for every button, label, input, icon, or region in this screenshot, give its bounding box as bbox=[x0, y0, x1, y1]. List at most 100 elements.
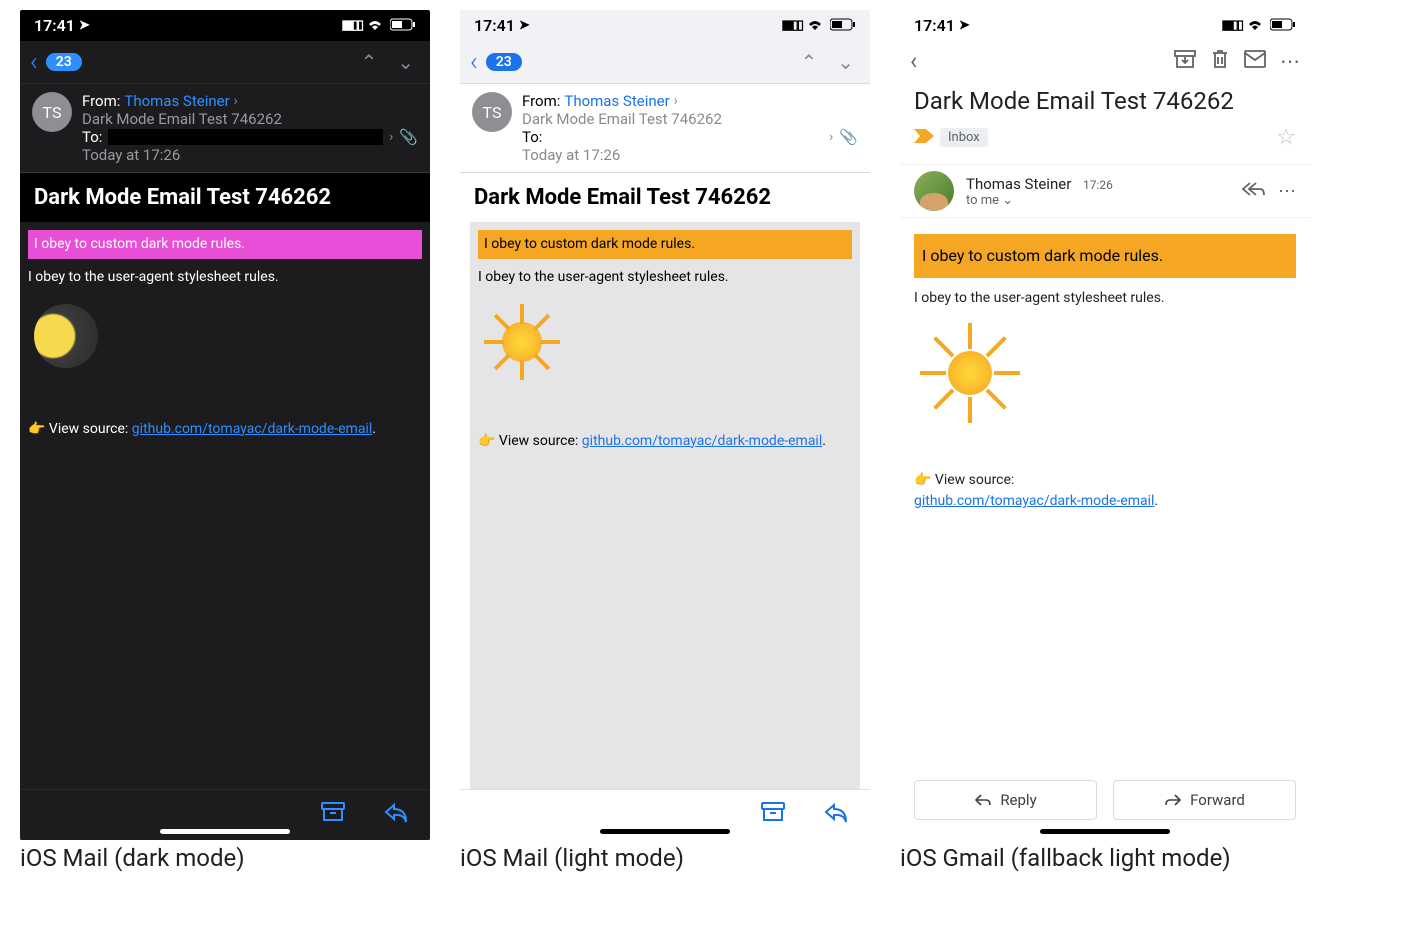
signal-icon: ▮▮▯▯ bbox=[781, 18, 802, 33]
highlighted-line: I obey to custom dark mode rules. bbox=[28, 230, 422, 259]
source-line: 👉 View source: github.com/tomayac/dark-m… bbox=[914, 470, 1296, 512]
signal-icon: ▮▮▯▯ bbox=[341, 18, 362, 33]
message-body: I obey to custom dark mode rules. I obey… bbox=[20, 222, 430, 789]
chevron-right-icon[interactable]: › bbox=[674, 93, 678, 109]
home-indicator[interactable] bbox=[160, 829, 290, 834]
more-icon[interactable]: ⋯ bbox=[1278, 181, 1296, 202]
battery-icon bbox=[390, 16, 416, 35]
battery-icon bbox=[1270, 16, 1296, 35]
forward-button[interactable]: Forward bbox=[1113, 780, 1296, 820]
status-time: 17:41 bbox=[34, 16, 75, 35]
wifi-icon bbox=[806, 16, 824, 35]
source-line: 👉 View source: github.com/tomayac/dark-m… bbox=[478, 431, 852, 452]
next-message-icon[interactable]: ⌄ bbox=[391, 50, 420, 74]
source-suffix: . bbox=[1154, 493, 1158, 509]
sun-icon bbox=[484, 304, 560, 380]
inbox-count-badge[interactable]: 23 bbox=[486, 53, 522, 71]
reply-all-icon[interactable] bbox=[1240, 180, 1266, 203]
subject-heading: Dark Mode Email Test 746262 bbox=[20, 173, 430, 222]
inbox-label[interactable]: Inbox bbox=[940, 128, 988, 147]
phone-ios-gmail: 17:41 ➤ ▮▮▯▯ ‹ ⋯ Dark Mode E bbox=[900, 10, 1310, 840]
subject-heading: Dark Mode Email Test 746262 bbox=[460, 173, 870, 222]
chevron-down-icon[interactable]: ⌄ bbox=[1002, 193, 1013, 208]
from-label: From: bbox=[522, 92, 560, 110]
source-suffix: . bbox=[822, 433, 826, 449]
signal-icon: ▮▮▯▯ bbox=[1221, 18, 1242, 33]
plain-line: I obey to the user-agent stylesheet rule… bbox=[914, 288, 1296, 309]
sun-icon bbox=[920, 323, 1020, 423]
to-label: To: bbox=[522, 128, 542, 146]
sender-avatar[interactable] bbox=[914, 171, 954, 211]
chevron-right-icon[interactable]: › bbox=[234, 93, 238, 109]
more-icon[interactable]: ⋯ bbox=[1280, 49, 1300, 73]
reply-icon[interactable] bbox=[822, 800, 850, 830]
to-text[interactable]: to me bbox=[966, 193, 999, 208]
chevron-right-icon[interactable]: › bbox=[829, 129, 833, 145]
location-icon: ➤ bbox=[79, 18, 90, 33]
header-date: Today at 17:26 bbox=[82, 146, 418, 164]
message-header: TS From: Thomas Steiner › Dark Mode Emai… bbox=[20, 84, 430, 173]
status-bar: 17:41 ➤ ▮▮▯▯ bbox=[20, 10, 430, 41]
next-message-icon[interactable]: ⌄ bbox=[831, 50, 860, 74]
status-bar: 17:41 ➤ ▮▮▯▯ bbox=[900, 10, 1310, 41]
star-icon[interactable]: ☆ bbox=[1276, 125, 1296, 150]
plain-line: I obey to the user-agent stylesheet rule… bbox=[478, 267, 852, 288]
sender-name[interactable]: Thomas Steiner bbox=[966, 175, 1071, 193]
message-body: I obey to custom dark mode rules. I obey… bbox=[900, 218, 1310, 528]
back-chevron-icon[interactable]: ‹ bbox=[470, 47, 478, 77]
highlighted-line: I obey to custom dark mode rules. bbox=[478, 230, 852, 259]
wifi-icon bbox=[1246, 16, 1264, 35]
caption-light: iOS Mail (light mode) bbox=[460, 844, 870, 872]
prev-message-icon[interactable]: ⌃ bbox=[354, 50, 383, 74]
nav-bar: ‹ 23 ⌃ ⌄ bbox=[20, 41, 430, 84]
moon-icon bbox=[34, 304, 98, 368]
header-subject-muted: Dark Mode Email Test 746262 bbox=[522, 110, 858, 128]
header-date: Today at 17:26 bbox=[522, 146, 858, 164]
battery-icon bbox=[830, 16, 856, 35]
trash-icon[interactable] bbox=[1210, 48, 1230, 75]
caption-gmail: iOS Gmail (fallback light mode) bbox=[900, 844, 1310, 872]
forward-label: Forward bbox=[1190, 791, 1245, 809]
source-link[interactable]: github.com/tomayac/dark-mode-email bbox=[582, 433, 822, 449]
to-redacted bbox=[548, 129, 823, 145]
home-indicator[interactable] bbox=[600, 829, 730, 834]
inbox-count-badge[interactable]: 23 bbox=[46, 53, 82, 71]
to-label: To: bbox=[82, 128, 102, 146]
archive-icon[interactable] bbox=[1174, 49, 1196, 74]
archive-icon[interactable] bbox=[320, 800, 346, 830]
home-indicator[interactable] bbox=[1040, 829, 1170, 834]
location-icon: ➤ bbox=[959, 18, 970, 33]
reply-icon[interactable] bbox=[382, 800, 410, 830]
sender-time: 17:26 bbox=[1083, 178, 1113, 192]
back-chevron-icon[interactable]: ‹ bbox=[30, 47, 38, 77]
status-time: 17:41 bbox=[474, 16, 515, 35]
phone-ios-mail-dark: 17:41 ➤ ▮▮▯▯ ‹ 23 ⌃ ⌄ TS From: Thomas St… bbox=[20, 10, 430, 840]
sender-avatar[interactable]: TS bbox=[32, 92, 72, 132]
sender-avatar[interactable]: TS bbox=[472, 92, 512, 132]
location-icon: ➤ bbox=[519, 18, 530, 33]
attachment-icon[interactable]: 📎 bbox=[839, 128, 858, 146]
source-line: 👉 View source: github.com/tomayac/dark-m… bbox=[28, 419, 422, 440]
chevron-right-icon[interactable]: › bbox=[389, 129, 393, 145]
subject-heading: Dark Mode Email Test 746262 bbox=[900, 81, 1310, 125]
nav-bar: ‹ 23 ⌃ ⌄ bbox=[460, 41, 870, 84]
gmail-toolbar: ‹ ⋯ bbox=[900, 41, 1310, 81]
from-name[interactable]: Thomas Steiner bbox=[124, 92, 229, 110]
labels-row: Inbox ☆ bbox=[900, 125, 1310, 164]
attachment-icon[interactable]: 📎 bbox=[399, 128, 418, 146]
reply-label: Reply bbox=[1000, 791, 1036, 809]
source-prefix: 👉 View source: bbox=[914, 472, 1014, 488]
source-link[interactable]: github.com/tomayac/dark-mode-email bbox=[132, 421, 372, 437]
archive-icon[interactable] bbox=[760, 800, 786, 830]
back-chevron-icon[interactable]: ‹ bbox=[910, 47, 917, 75]
phone-ios-mail-light: 17:41 ➤ ▮▮▯▯ ‹ 23 ⌃ ⌄ TS From: Thomas St… bbox=[460, 10, 870, 840]
source-link[interactable]: github.com/tomayac/dark-mode-email bbox=[914, 493, 1154, 509]
caption-dark: iOS Mail (dark mode) bbox=[20, 844, 430, 872]
reply-button[interactable]: Reply bbox=[914, 780, 1097, 820]
prev-message-icon[interactable]: ⌃ bbox=[794, 50, 823, 74]
source-prefix: 👉 View source: bbox=[28, 421, 132, 437]
status-bar: 17:41 ➤ ▮▮▯▯ bbox=[460, 10, 870, 41]
message-body: I obey to custom dark mode rules. I obey… bbox=[470, 222, 860, 789]
from-name[interactable]: Thomas Steiner bbox=[564, 92, 669, 110]
mail-icon[interactable] bbox=[1244, 49, 1266, 73]
